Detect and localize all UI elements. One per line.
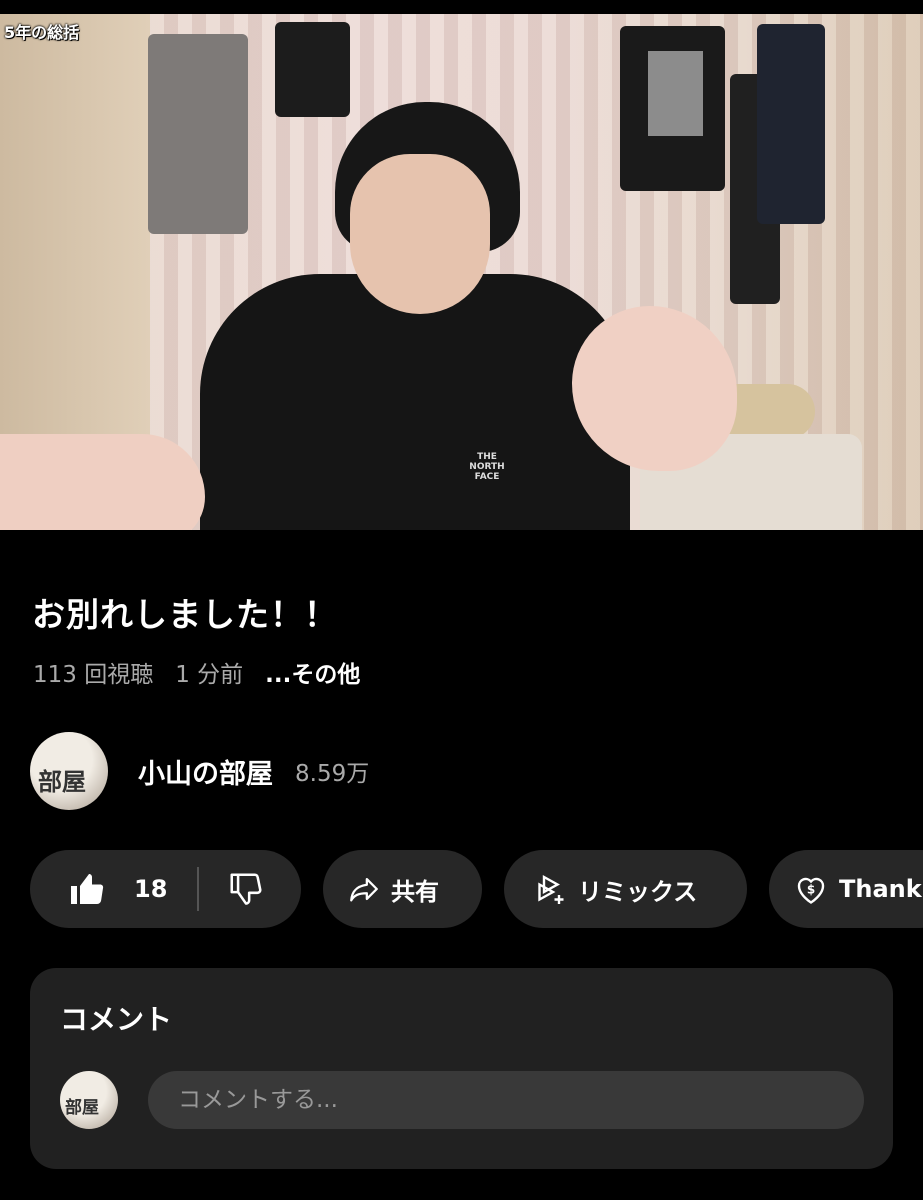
person-face [350, 154, 490, 314]
hanging-garment [275, 22, 350, 117]
like-count: 18 [134, 875, 168, 903]
thanks-button[interactable]: $ Thank [769, 850, 923, 928]
hanging-garment [148, 34, 248, 234]
hanging-tshirt [620, 26, 725, 191]
video-title: お別れしました！！ [32, 595, 338, 634]
more-description-link[interactable]: ...その他 [265, 655, 360, 689]
share-label: 共有 [391, 877, 439, 906]
svg-text:$: $ [807, 883, 815, 897]
video-overlay-label: 5年の総括 [4, 23, 80, 42]
avatar-handwriting: 部屋 [65, 1098, 99, 1118]
like-divider [197, 867, 200, 911]
video-meta: 113 回視聴 1 分前 ...その他 [33, 655, 382, 689]
action-bar: 18 共有 リミックス $ Thank [30, 850, 923, 928]
like-dislike-group: 18 [30, 850, 301, 928]
comments-panel[interactable]: コメント 部屋 [30, 968, 893, 1169]
remix-button[interactable]: リミックス [504, 850, 747, 928]
shirt-logo: THE NORTH FACE [469, 452, 505, 482]
share-arrow-icon [350, 877, 378, 902]
status-bar [0, 0, 923, 14]
view-count: 113 回視聴 [33, 662, 154, 688]
remix-icon [538, 874, 564, 904]
thanks-label: Thank [839, 875, 922, 903]
comments-header: コメント [60, 1003, 173, 1036]
hanging-overalls [757, 24, 825, 224]
heart-dollar-icon: $ [797, 877, 825, 904]
user-avatar: 部屋 [60, 1071, 118, 1129]
channel-avatar[interactable]: 部屋 [30, 732, 108, 810]
remix-label: リミックス [578, 877, 698, 906]
comment-input[interactable] [148, 1071, 864, 1129]
share-button[interactable]: 共有 [323, 850, 482, 928]
like-button[interactable]: 18 [68, 871, 167, 907]
dislike-button[interactable] [227, 870, 265, 908]
video-player[interactable]: THE NORTH FACE 5年の総括 [0, 14, 923, 530]
thumbs-up-icon [71, 874, 104, 904]
avatar-handwriting: 部屋 [38, 768, 86, 796]
person-hand-left [0, 434, 205, 530]
channel-row[interactable]: 部屋 小山の部屋 8.59万 [30, 731, 369, 811]
subscriber-count: 8.59万 [295, 761, 370, 787]
upload-time: 1 分前 [175, 662, 244, 688]
channel-name[interactable]: 小山の部屋 [138, 752, 273, 791]
thumbs-down-icon [230, 873, 262, 905]
